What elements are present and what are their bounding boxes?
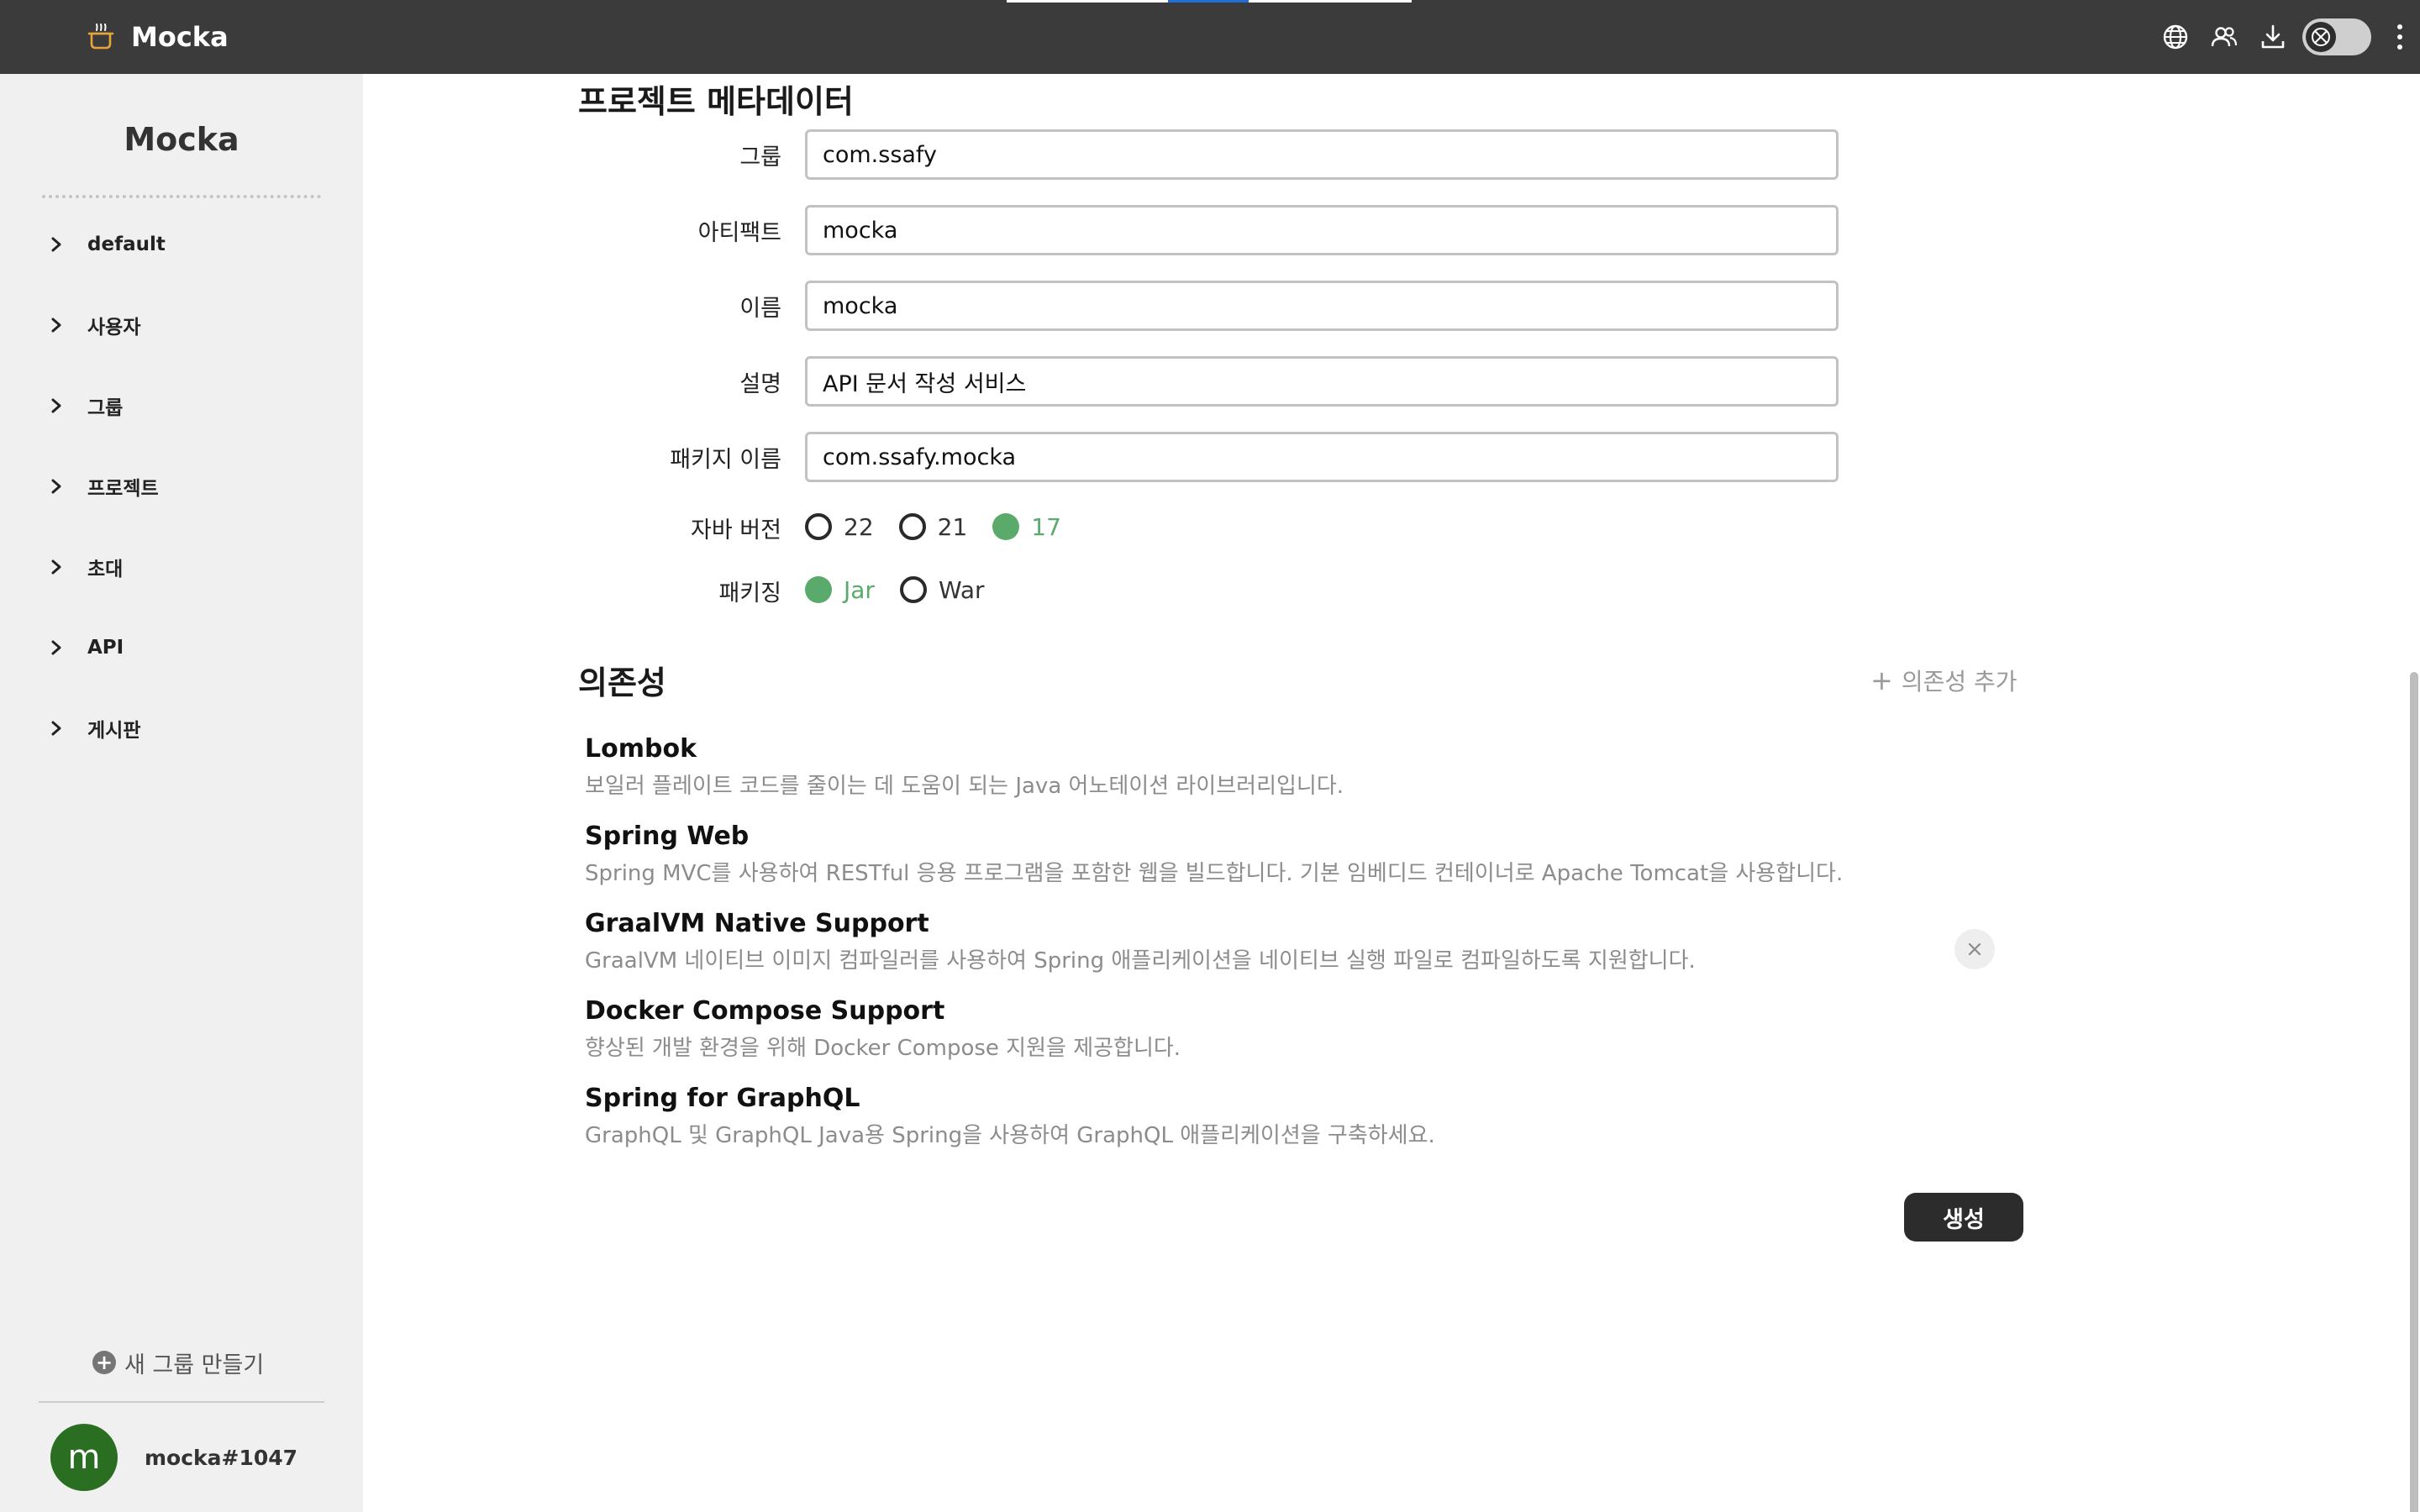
radio-label: 17	[1031, 512, 1061, 541]
sidebar-item-default[interactable]: default	[44, 219, 321, 270]
plus-icon: +	[1870, 664, 1893, 696]
dependency-item[interactable]: GraalVM Native Support GraalVM 네이티브 이미지 …	[585, 909, 1929, 974]
java-version-radio-21[interactable]: 21	[898, 512, 968, 541]
avatar: m	[50, 1424, 118, 1491]
dependency-name: Spring for GraphQL	[585, 1084, 860, 1113]
scrollbar-thumb[interactable]	[2410, 672, 2418, 1512]
java-version-radio-22[interactable]: 22	[805, 513, 874, 541]
chevron-right-icon	[44, 312, 69, 338]
radio-circle-checked	[992, 513, 1020, 540]
dependency-description: GraphQL 및 GraphQL Java용 Spring을 사용하여 Gra…	[585, 1123, 1435, 1148]
add-dependency-button[interactable]: + 의존성 추가	[1870, 662, 2018, 699]
top-bar: Mocka	[0, 0, 2420, 74]
metadata-title: 프로젝트 메타데이터	[578, 83, 854, 120]
sidebar-divider	[39, 1401, 324, 1403]
toolbar	[2151, 0, 2420, 74]
add-dependency-label: 의존성 추가	[1901, 668, 2018, 696]
name-label: 이름	[739, 296, 781, 322]
packaging-label: 패키징	[718, 580, 781, 606]
sidebar: Mocka default 사용자 그룹 프로젝트 초대 API 게시판 + 새…	[0, 74, 363, 1512]
dependency-item[interactable]: Spring Web Spring MVC를 사용하여 RESTful 응용 프…	[585, 822, 1929, 887]
sidebar-item-projects[interactable]: 프로젝트	[44, 461, 321, 512]
packaging-radio-war[interactable]: War	[899, 575, 985, 604]
java-version-radio-17[interactable]: 17	[992, 513, 1061, 541]
globe-icon[interactable]	[2151, 0, 2200, 74]
cooking-pot-icon	[84, 20, 118, 54]
radio-circle	[805, 513, 832, 540]
radio-circle	[899, 576, 927, 603]
artifact-input[interactable]	[805, 205, 1839, 255]
java-version-label: 자바 버전	[691, 517, 781, 543]
new-group-button[interactable]: + 새 그룹 만들기	[92, 1344, 264, 1381]
remove-dependency-button[interactable]	[1954, 929, 1995, 969]
radio-label: War	[938, 575, 985, 604]
user-profile[interactable]: m mocka#1047	[50, 1423, 297, 1492]
new-group-label: 새 그룹 만들기	[124, 1352, 265, 1378]
description-input[interactable]	[805, 356, 1839, 407]
dependency-description: Spring MVC를 사용하여 RESTful 응용 프로그램을 포함한 웹을…	[585, 861, 1844, 886]
create-button[interactable]: 생성	[1904, 1193, 2023, 1242]
sidebar-item-label: default	[87, 234, 166, 255]
app-brand[interactable]: Mocka	[84, 17, 229, 57]
sidebar-item-label: 사용자	[87, 317, 141, 339]
chevron-right-icon	[44, 554, 69, 580]
scrollbar[interactable]	[2408, 74, 2420, 1512]
dependency-name: Lombok	[585, 734, 697, 764]
close-icon	[1968, 942, 1981, 956]
dependency-item[interactable]: Docker Compose Support 향상된 개발 환경을 위해 Doc…	[585, 996, 1929, 1062]
group-label: 그룹	[739, 144, 781, 171]
dependency-item[interactable]: Lombok 보일러 플레이트 코드를 줄이는 데 도움이 되는 Java 어노…	[585, 734, 1929, 800]
users-icon[interactable]	[2200, 0, 2249, 74]
dependency-name: Spring Web	[585, 822, 750, 851]
dependency-name: Docker Compose Support	[585, 996, 945, 1026]
group-input[interactable]	[805, 129, 1839, 180]
sidebar-item-label: 초대	[87, 559, 124, 580]
description-label: 설명	[739, 371, 781, 397]
package-name-label: 패키지 이름	[670, 447, 781, 473]
radio-label: 22	[844, 512, 874, 541]
dependencies-title: 의존성	[578, 664, 666, 701]
chevron-right-icon	[44, 474, 69, 499]
dependency-description: 향상된 개발 환경을 위해 Docker Compose 지원을 제공합니다.	[585, 1036, 1181, 1061]
sidebar-item-label: 프로젝트	[87, 478, 159, 500]
radio-label: Jar	[844, 575, 875, 604]
sidebar-title: Mocka	[124, 121, 239, 158]
sidebar-item-label: 그룹	[87, 397, 124, 419]
browser-tab-indicator-active	[1168, 0, 1249, 3]
sidebar-item-label: 게시판	[87, 720, 141, 742]
sidebar-item-label: API	[87, 637, 124, 659]
chevron-right-icon	[44, 716, 69, 741]
java-version-group: 22 21 17	[805, 508, 1086, 545]
plus-circle-icon: +	[92, 1351, 116, 1374]
browser-tab-indicator	[1007, 0, 1168, 3]
dependency-item[interactable]: Spring for GraphQL GraphQL 및 GraphQL Jav…	[585, 1084, 1929, 1149]
package-name-input[interactable]	[805, 432, 1839, 482]
sidebar-item-board[interactable]: 게시판	[44, 703, 321, 753]
no-connection-icon	[2306, 22, 2336, 52]
sidebar-item-users[interactable]: 사용자	[44, 300, 321, 350]
chevron-right-icon	[44, 393, 69, 418]
chevron-right-icon	[44, 635, 69, 660]
sidebar-item-invites[interactable]: 초대	[44, 542, 321, 592]
radio-circle	[898, 513, 926, 540]
user-name: mocka#1047	[145, 1445, 298, 1470]
sidebar-item-groups[interactable]: 그룹	[44, 381, 321, 431]
app-name: Mocka	[131, 21, 229, 53]
browser-tab-indicator	[1249, 0, 1412, 3]
chevron-right-icon	[44, 232, 69, 257]
more-vertical-icon[interactable]	[2380, 0, 2420, 74]
dependency-description: GraalVM 네이티브 이미지 컴파일러를 사용하여 Spring 애플리케이…	[585, 948, 1696, 974]
dependency-name: GraalVM Native Support	[585, 909, 929, 938]
sidebar-divider	[42, 195, 321, 198]
name-input[interactable]	[805, 281, 1839, 331]
sidebar-item-api[interactable]: API	[44, 622, 321, 673]
radio-label: 21	[937, 512, 968, 541]
connection-toggle[interactable]	[2302, 18, 2371, 55]
dependency-description: 보일러 플레이트 코드를 줄이는 데 도움이 되는 Java 어노테이션 라이브…	[585, 774, 1344, 799]
packaging-group: Jar War	[805, 571, 1010, 608]
packaging-radio-jar[interactable]: Jar	[805, 576, 875, 604]
download-icon[interactable]	[2249, 0, 2297, 74]
radio-circle-checked	[805, 576, 832, 603]
artifact-label: 아티팩트	[697, 220, 781, 246]
